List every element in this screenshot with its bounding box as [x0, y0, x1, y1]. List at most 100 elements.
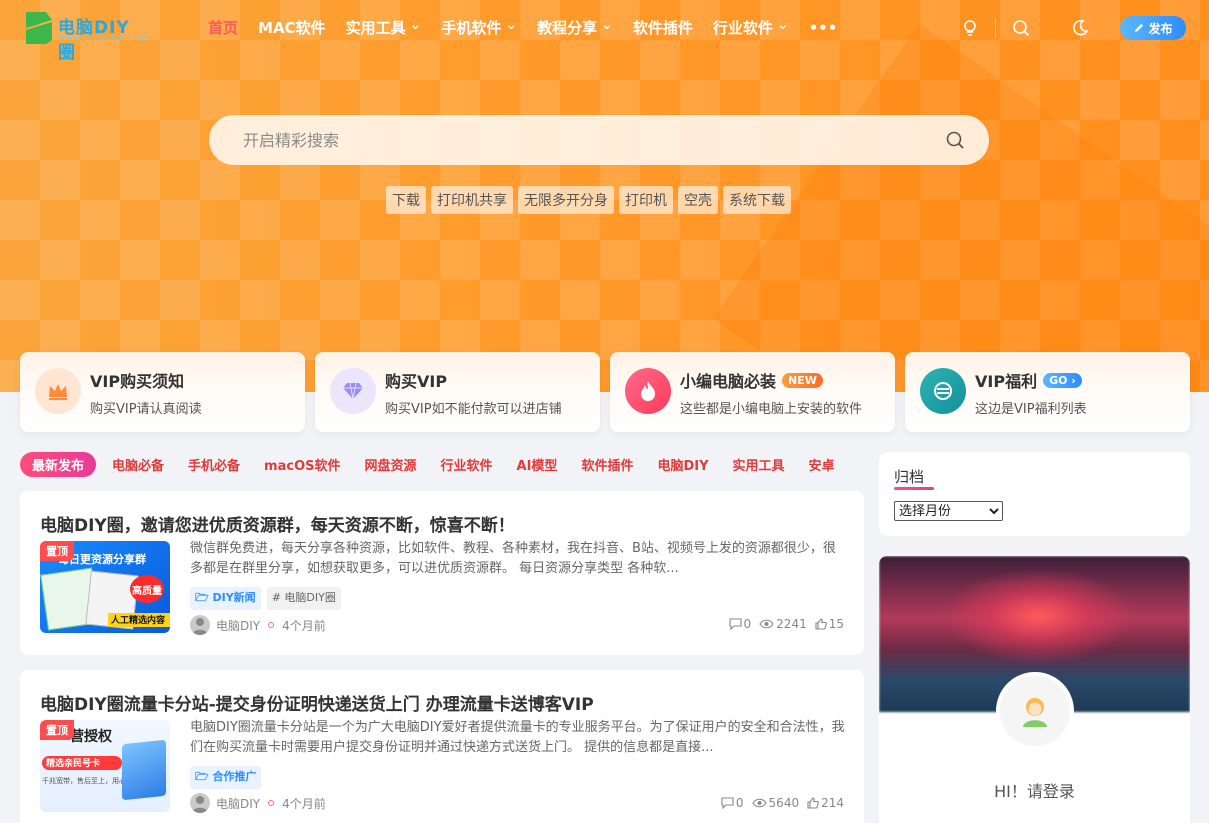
nav-item-7[interactable]: ••• — [809, 17, 838, 38]
post-title[interactable]: 电脑DIY圈，邀请您进优质资源群，每天资源不断，惊喜不断！ — [40, 511, 515, 536]
month-select[interactable]: 选择月份 — [894, 501, 1003, 521]
hot-tag[interactable]: 下载 — [386, 186, 426, 214]
category-tab[interactable]: 最新发布 — [20, 451, 97, 477]
nav-item-label: 手机软件 — [441, 19, 502, 37]
logo-tagline: WWW.DIYQUAN.COM — [58, 34, 147, 42]
post-meta: 电脑DIY 4个月前 — [190, 615, 326, 635]
category-tab[interactable]: 手机必备 — [188, 455, 240, 474]
post-meta: 电脑DIY 4个月前 — [190, 793, 326, 813]
category-tab[interactable]: 安卓 — [809, 455, 835, 474]
category-tab[interactable]: 电脑DIY — [657, 455, 708, 474]
post-tags: 🗁 DIY新闻 # 电脑DIY圈 — [190, 587, 341, 610]
logo-mark-icon — [26, 12, 52, 44]
like-count[interactable]: 214 — [807, 796, 844, 810]
thumb-graphic — [122, 739, 166, 801]
hot-tag[interactable]: 打印机共享 — [431, 186, 513, 214]
hot-tag[interactable]: 打印机 — [619, 186, 673, 214]
feature-title: 小编电脑必装 NEW — [680, 368, 823, 392]
top-nav: 电脑DIY圈 WWW.DIYQUAN.COM 首页 MAC软件 实用工具 ⌄ 手机软件 ⌄… — [0, 0, 1209, 63]
post-thumbnail[interactable]: 每日更资源分享群 高质量 人工精选内容 置顶 — [40, 541, 170, 633]
feature-title: VIP福利 GO › — [975, 368, 1082, 392]
thumb-up-icon — [807, 797, 820, 809]
go-badge[interactable]: GO › — [1043, 372, 1082, 388]
hot-tag[interactable]: 无限多开分身 — [518, 186, 614, 214]
post-tag[interactable]: # 电脑DIY圈 — [266, 587, 341, 610]
feature-desc: 这些都是小编电脑上安装的软件 — [680, 402, 863, 417]
category-tab[interactable]: AI模型 — [517, 455, 558, 474]
search-bar — [209, 115, 989, 165]
category-tabs: 最新发布 电脑必备 手机必备 macOS软件 网盘资源 行业软件 AI模型 软件插件 电脑DIY… — [20, 451, 865, 477]
publish-button[interactable]: 发布 — [1120, 16, 1186, 40]
nav-item-6[interactable]: 行业软件 ⌄ — [713, 17, 789, 38]
category-tab[interactable]: 网盘资源 — [365, 455, 417, 474]
post-tag[interactable]: 🗁 合作推广 — [190, 766, 262, 789]
author-name[interactable]: 电脑DIY — [216, 617, 260, 634]
chevron-down-icon: ⌄ — [776, 16, 789, 33]
category-tab[interactable]: 电脑必备 — [112, 455, 164, 474]
site-logo[interactable]: 电脑DIY圈 WWW.DIYQUAN.COM — [24, 10, 147, 63]
hot-tags: 下载 打印机共享 无限多开分身 打印机 空壳 系统下载 — [386, 186, 791, 214]
feature-card-buy-vip[interactable]: 购买VIP 购买VIP如不能付款可以进店铺 — [315, 352, 600, 432]
author-avatar[interactable] — [190, 615, 210, 635]
title-underline — [894, 487, 934, 490]
search-icon[interactable] — [1011, 18, 1031, 38]
default-avatar-icon — [1023, 698, 1047, 727]
comment-count: 0 — [721, 796, 744, 810]
crown-icon — [35, 368, 81, 414]
feature-title: 购买VIP — [385, 372, 448, 391]
like-count[interactable]: 15 — [815, 617, 844, 631]
eye-icon — [759, 619, 774, 629]
pin-badge: 置顶 — [40, 541, 74, 561]
feature-card-vip-welfare[interactable]: VIP福利 GO › 这边是VIP福利列表 — [905, 352, 1190, 432]
feature-desc: 购买VIP如不能付款可以进店铺 — [385, 402, 562, 417]
view-count: 5640 — [751, 796, 799, 810]
moon-icon[interactable] — [1070, 18, 1090, 38]
thumb-badge: 精选亲民号卡 — [42, 756, 122, 770]
diamond-icon — [330, 368, 376, 414]
chevron-down-icon: ⌄ — [601, 16, 613, 33]
bulb-icon[interactable] — [960, 18, 980, 38]
nav-item-label: 行业软件 — [712, 19, 773, 37]
post-card[interactable]: 电脑DIY圈流量卡分站-提交身份证明快递送货上门 办理流量卡送博客VIP 营授权… — [20, 670, 864, 823]
folder-icon: 🗁 — [195, 770, 213, 783]
thumb-title: 营授权 — [70, 729, 112, 745]
nav-item-0[interactable]: 首页 — [208, 17, 238, 38]
eye-icon — [751, 798, 767, 808]
nav-item-label: 实用工具 — [345, 19, 406, 37]
hot-tag[interactable]: 空壳 — [678, 186, 718, 214]
feature-title: VIP购买须知 — [90, 372, 185, 391]
category-tab[interactable]: 实用工具 — [733, 455, 785, 474]
nav-item-5[interactable]: 软件插件 — [633, 17, 693, 38]
meta-dot — [268, 622, 275, 628]
feature-card-vip-notice[interactable]: VIP购买须知 购买VIP请认真阅读 — [20, 352, 305, 432]
user-avatar[interactable] — [996, 672, 1074, 750]
feature-card-must-have[interactable]: 小编电脑必装 NEW 这些都是小编电脑上安装的软件 — [610, 352, 895, 432]
nav-item-4[interactable]: 教程分享 ⌄ — [537, 17, 613, 38]
post-tag[interactable]: 🗁 DIY新闻 — [190, 587, 261, 610]
author-name[interactable]: 电脑DIY — [216, 795, 260, 812]
category-tab[interactable]: macOS软件 — [264, 455, 340, 474]
nav-item-3[interactable]: 手机软件 ⌄ — [441, 17, 517, 38]
post-excerpt: 微信群免费进，每天分享各种资源，比如软件、教程、各种素材，我在抖音、B站、视频号… — [190, 541, 836, 576]
post-tags: 🗁 合作推广 — [190, 766, 262, 789]
category-tab[interactable]: 软件插件 — [581, 455, 633, 474]
login-prompt[interactable]: HI！请登录 — [879, 778, 1190, 802]
category-tab[interactable]: 行业软件 — [441, 455, 493, 474]
hot-tag[interactable]: 系统下载 — [723, 186, 791, 214]
view-count: 2241 — [759, 617, 807, 631]
thumb-footer: 千兆宽带，售后至上，用心做好服务 — [42, 777, 128, 785]
post-thumbnail[interactable]: 营授权 精选亲民号卡 千兆宽带，售后至上，用心做好服务 置顶 — [40, 720, 170, 812]
search-input[interactable] — [243, 128, 903, 152]
nav-item-label: 首页 — [208, 19, 239, 37]
pin-badge: 置顶 — [40, 720, 74, 740]
search-submit-icon[interactable] — [945, 130, 965, 150]
pencil-icon — [1135, 23, 1144, 32]
post-card[interactable]: 电脑DIY圈，邀请您进优质资源群，每天资源不断，惊喜不断！ 每日更资源分享群 高… — [20, 491, 864, 655]
author-avatar[interactable] — [190, 793, 210, 813]
nav-item-1[interactable]: MAC软件 — [258, 17, 326, 38]
post-time: 4个月前 — [282, 618, 326, 633]
nav-item-label: MAC软件 — [258, 19, 326, 37]
nav-item-2[interactable]: 实用工具 ⌄ — [346, 17, 422, 38]
archive-widget: 归档 选择月份 — [879, 452, 1190, 536]
post-title[interactable]: 电脑DIY圈流量卡分站-提交身份证明快递送货上门 办理流量卡送博客VIP — [40, 690, 594, 715]
